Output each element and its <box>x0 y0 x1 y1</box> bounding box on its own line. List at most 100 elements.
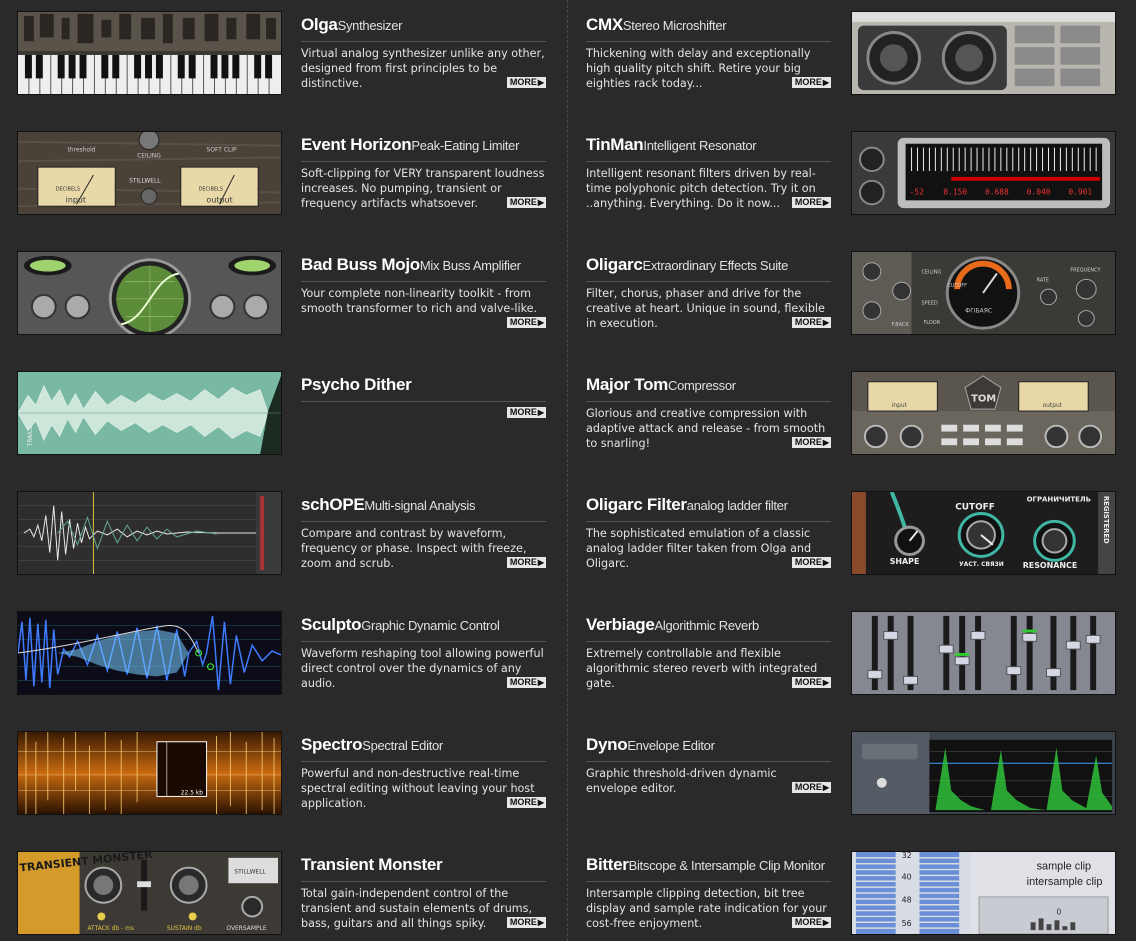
product-title[interactable]: Oligarc Filteranalog ladder filter <box>586 495 831 522</box>
product-description: Total gain-independent control of the tr… <box>301 887 546 930</box>
arrow-right-icon: ▶ <box>537 198 544 207</box>
knobs-panel-thumb[interactable] <box>851 11 1116 95</box>
oscilloscope-thumb[interactable] <box>17 251 282 335</box>
product-verbiage: VerbiageAlgorithmic Reverb Extremely con… <box>586 611 1116 701</box>
svg-text:0.150: 0.150 <box>943 188 967 197</box>
svg-text:ATTACK db - ms: ATTACK db - ms <box>87 926 134 932</box>
svg-text:48: 48 <box>902 896 912 905</box>
spectrogram-thumb[interactable]: 22.5 kb <box>17 731 282 815</box>
product-cmx: CMXStereo Microshifter Thickening with d… <box>586 11 1116 101</box>
product-oligarc-filter: Oligarc Filteranalog ladder filter The s… <box>586 491 1116 581</box>
product-psycho-dither: TRAILS Psycho Dither MORE▶ <box>17 371 547 461</box>
more-button[interactable]: MORE▶ <box>506 917 546 928</box>
more-button[interactable]: MORE▶ <box>506 77 546 88</box>
more-button[interactable]: MORE▶ <box>791 317 831 328</box>
svg-text:STILLWELL: STILLWELL <box>129 179 161 185</box>
svg-text:0.040: 0.040 <box>1027 188 1051 197</box>
arrow-right-icon: ▶ <box>537 558 544 567</box>
product-title[interactable]: BitterBitscope & Intersample Clip Monito… <box>586 855 831 882</box>
effects-dial-thumb[interactable]: ФГІБАЯС CEILING CUTOFF SPEED FLOOR RATE … <box>851 251 1116 335</box>
product-bitter: BitterBitscope & Intersample Clip Monito… <box>586 851 1116 941</box>
more-button[interactable]: MORE▶ <box>506 557 546 568</box>
more-button[interactable]: MORE▶ <box>506 317 546 328</box>
arrow-right-icon: ▶ <box>822 198 829 207</box>
svg-text:input: input <box>892 403 908 409</box>
product-title[interactable]: schOPEMulti-signal Analysis <box>301 495 546 522</box>
resonator-display-thumb[interactable]: -52 0.150 0.688 0.040 0.901 <box>851 131 1116 215</box>
dynamics-waveform-thumb[interactable] <box>17 611 282 695</box>
more-button[interactable]: MORE▶ <box>506 197 546 208</box>
product-title[interactable]: Event HorizonPeak-Eating Limiter <box>301 135 546 162</box>
product-title[interactable]: OligarcExtraordinary Effects Suite <box>586 255 831 282</box>
compressor-thumb[interactable]: input output TOM <box>851 371 1116 455</box>
arrow-right-icon: ▶ <box>822 918 829 927</box>
envelope-thumb[interactable] <box>851 731 1116 815</box>
product-transient-monster: TRANSIENT MONSTER ATTACK db - ms SUSTAIN… <box>17 851 547 941</box>
product-description: Extremely controllable and flexible algo… <box>586 647 831 690</box>
product-dyno: DynoEnvelope Editor Graphic threshold-dr… <box>586 731 1116 821</box>
more-button[interactable]: MORE▶ <box>791 677 831 688</box>
more-button[interactable]: MORE▶ <box>506 677 546 688</box>
bitscope-thumb[interactable]: 32 40 48 56 sample clip intersample clip… <box>851 851 1116 935</box>
transient-thumb[interactable]: TRANSIENT MONSTER ATTACK db - ms SUSTAIN… <box>17 851 282 935</box>
svg-text:DECIBELS: DECIBELS <box>199 187 223 193</box>
analysis-scope-thumb[interactable] <box>17 491 282 575</box>
more-button[interactable]: MORE▶ <box>506 407 546 418</box>
more-button[interactable]: MORE▶ <box>506 797 546 808</box>
product-title[interactable]: SpectroSpectral Editor <box>301 735 546 762</box>
svg-text:TOM: TOM <box>971 393 996 404</box>
svg-text:RESONANCE: RESONANCE <box>1023 561 1078 570</box>
ladder-filter-thumb[interactable]: CUTOFF ОГРАНИЧИТЕЛЬ SHAPE УАСТ. СВЯЗИ RE… <box>851 491 1116 575</box>
product-schope: schOPEMulti-signal Analysis Compare and … <box>17 491 547 581</box>
more-button[interactable]: MORE▶ <box>791 917 831 928</box>
product-description: Virtual analog synthesizer unlike any ot… <box>301 47 546 90</box>
keyboard-thumb[interactable] <box>17 11 282 95</box>
product-title[interactable]: Major TomCompressor <box>586 375 831 402</box>
arrow-right-icon: ▶ <box>537 78 544 87</box>
svg-text:ФГІБАЯС: ФГІБАЯС <box>965 309 992 315</box>
product-tinman: TinManIntelligent Resonator Intelligent … <box>586 131 1116 221</box>
product-event-horizon: threshold CEILING SOFT CLIP DECIBELS DEC… <box>17 131 547 221</box>
product-title[interactable]: Psycho Dither <box>301 375 546 402</box>
product-description: Intersample clipping detection, bit tree… <box>586 887 831 930</box>
threshold-label: threshold <box>68 148 96 154</box>
product-title[interactable]: OlgaSynthesizer <box>301 15 546 42</box>
svg-text:SOFT CLIP: SOFT CLIP <box>207 148 238 154</box>
product-title[interactable]: CMXStereo Microshifter <box>586 15 831 42</box>
more-button[interactable]: MORE▶ <box>791 197 831 208</box>
product-oligarc: OligarcExtraordinary Effects Suite Filte… <box>586 251 1116 341</box>
svg-text:32: 32 <box>902 852 912 860</box>
svg-text:0.688: 0.688 <box>985 188 1009 197</box>
arrow-right-icon: ▶ <box>822 558 829 567</box>
more-button[interactable]: MORE▶ <box>791 437 831 448</box>
svg-text:RATE: RATE <box>1037 277 1049 283</box>
arrow-right-icon: ▶ <box>537 918 544 927</box>
product-spectro: 22.5 kb SpectroSpectral Editor Powerful … <box>17 731 547 821</box>
svg-text:SPEED: SPEED <box>921 301 937 307</box>
product-major-tom: Major TomCompressor Glorious and creativ… <box>586 371 1116 461</box>
more-button[interactable]: MORE▶ <box>791 557 831 568</box>
svg-text:40: 40 <box>902 872 912 881</box>
product-title[interactable]: VerbiageAlgorithmic Reverb <box>586 615 831 642</box>
arrow-right-icon: ▶ <box>822 438 829 447</box>
faders-thumb[interactable] <box>851 611 1116 695</box>
product-title[interactable]: SculptoGraphic Dynamic Control <box>301 615 546 642</box>
product-title[interactable]: Bad Buss MojoMix Buss Amplifier <box>301 255 546 282</box>
arrow-right-icon: ▶ <box>822 318 829 327</box>
product-title[interactable]: DynoEnvelope Editor <box>586 735 831 762</box>
svg-text:22.5 kb: 22.5 kb <box>181 791 204 797</box>
product-description: The sophisticated emulation of a classic… <box>586 527 831 570</box>
svg-text:TRAILS: TRAILS <box>28 426 34 447</box>
more-button[interactable]: MORE▶ <box>791 77 831 88</box>
product-title[interactable]: Transient Monster <box>301 855 546 882</box>
product-description: Thickening with delay and exceptionally … <box>586 47 831 90</box>
svg-text:SUSTAIN db: SUSTAIN db <box>167 926 202 932</box>
svg-text:0.901: 0.901 <box>1068 188 1092 197</box>
vu-meters-thumb[interactable]: threshold CEILING SOFT CLIP DECIBELS DEC… <box>17 131 282 215</box>
more-button[interactable]: MORE▶ <box>791 782 831 793</box>
dither-waveform-thumb[interactable]: TRAILS <box>17 371 282 455</box>
arrow-right-icon: ▶ <box>537 678 544 687</box>
product-description: Powerful and non-destructive real-time s… <box>301 767 546 810</box>
product-title[interactable]: TinManIntelligent Resonator <box>586 135 831 162</box>
svg-text:sample clip: sample clip <box>1037 861 1092 873</box>
